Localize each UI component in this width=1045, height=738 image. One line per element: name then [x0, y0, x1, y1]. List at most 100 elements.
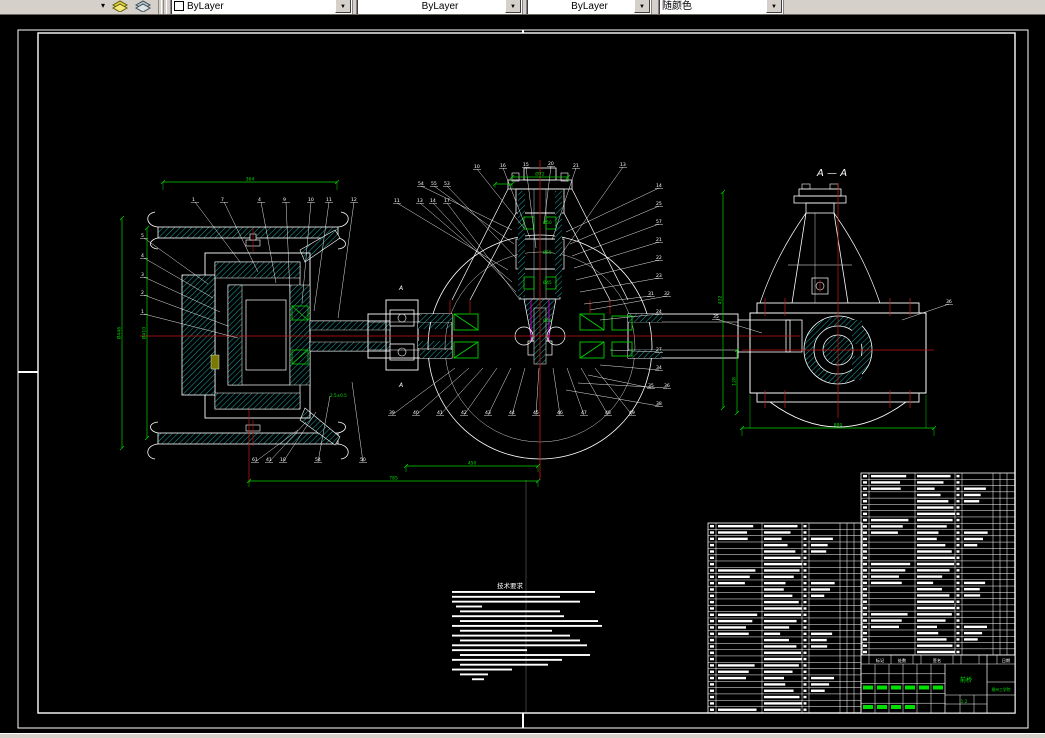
- cad-drawing-canvas[interactable]: 1 7 4 9 10 11 125432161 41 10 54 5010 16 15 20 21 1354 5…: [0, 0, 1045, 738]
- svg-text:13: 13: [620, 162, 626, 168]
- svg-text:4: 4: [258, 197, 261, 203]
- svg-text:11: 11: [394, 198, 400, 204]
- svg-text:54: 54: [315, 457, 321, 463]
- svg-text:7: 7: [221, 197, 224, 203]
- svg-text:47: 47: [581, 410, 587, 416]
- svg-text:14: 14: [656, 183, 662, 189]
- svg-text:40: 40: [413, 410, 419, 416]
- svg-text:34: 34: [656, 365, 662, 371]
- color-swatch: [174, 1, 184, 11]
- svg-text:32: 32: [664, 291, 670, 297]
- svg-text:Ø40: Ø40: [543, 318, 552, 323]
- svg-text:35: 35: [648, 383, 654, 389]
- svg-text:柳州工学院: 柳州工学院: [992, 687, 1011, 692]
- svg-text:42: 42: [461, 410, 467, 416]
- svg-text:签名: 签名: [933, 657, 941, 664]
- svg-text:技术要求: 技术要求: [497, 581, 524, 590]
- layer-state-icon[interactable]: [133, 0, 153, 12]
- svg-text:14: 14: [430, 198, 436, 204]
- svg-text:46: 46: [557, 410, 563, 416]
- svg-text:23: 23: [656, 273, 662, 279]
- svg-text:55: 55: [431, 181, 437, 187]
- lineweight-control-dropdown[interactable]: ByLayer ▼: [526, 0, 652, 14]
- svg-text:21: 21: [573, 163, 579, 169]
- svg-text:16: 16: [500, 163, 506, 169]
- svg-text:24: 24: [656, 309, 662, 315]
- title-block: 标记 处数 签名 日期前桥柳州工学院1:2: [860, 654, 1016, 714]
- svg-text:27: 27: [656, 347, 662, 353]
- svg-text:Ø72: Ø72: [535, 171, 545, 178]
- svg-text:2.5±0.5: 2.5±0.5: [330, 393, 347, 398]
- svg-text:450: 450: [468, 461, 477, 467]
- plotstyle-control-dropdown[interactable]: 随颜色 ▼: [658, 0, 784, 14]
- svg-text:21: 21: [656, 237, 662, 243]
- svg-text:15: 15: [523, 162, 529, 168]
- svg-text:880: 880: [834, 423, 843, 429]
- flyout-arrow-icon[interactable]: ▾: [101, 1, 105, 10]
- section-label: A — A: [816, 168, 847, 179]
- svg-text:41: 41: [266, 457, 272, 463]
- section-mark-a2: A: [398, 382, 403, 389]
- svg-text:标记: 标记: [876, 657, 885, 664]
- svg-text:2: 2: [141, 290, 144, 296]
- svg-text:43: 43: [485, 410, 491, 416]
- svg-text:57: 57: [656, 219, 662, 225]
- svg-text:49: 49: [629, 410, 635, 416]
- svg-text:Ø55: Ø55: [543, 250, 552, 255]
- svg-text:39: 39: [389, 410, 395, 416]
- svg-text:Ø446: Ø446: [116, 327, 123, 339]
- svg-text:3: 3: [141, 272, 144, 278]
- svg-text:41: 41: [437, 410, 443, 416]
- svg-text:17: 17: [444, 198, 450, 204]
- layers-icon[interactable]: [110, 0, 130, 12]
- svg-text:31: 31: [648, 291, 654, 297]
- svg-text:1: 1: [141, 309, 144, 315]
- svg-text:128: 128: [732, 377, 738, 386]
- svg-text:36: 36: [946, 299, 952, 305]
- svg-text:22: 22: [656, 255, 662, 261]
- svg-text:1:2: 1:2: [961, 699, 968, 704]
- svg-text:1: 1: [192, 197, 195, 203]
- svg-text:20: 20: [548, 161, 554, 167]
- chevron-down-icon[interactable]: ▼: [766, 0, 782, 13]
- color-control-dropdown[interactable]: ByLayer ▼: [170, 0, 353, 14]
- chevron-down-icon[interactable]: ▼: [505, 0, 521, 13]
- svg-text:4: 4: [141, 253, 144, 259]
- svg-text:11: 11: [326, 197, 332, 203]
- svg-text:35: 35: [713, 314, 719, 320]
- application-window: 1 7 4 9 10 11 12 5 4 3 2 1 61 41 10 54 50 10 16 15 20 21 13 54 5…: [0, 0, 1045, 738]
- svg-text:10: 10: [474, 164, 480, 170]
- svg-text:Ø45: Ø45: [543, 280, 552, 285]
- linetype-control-dropdown[interactable]: ByLayer ▼: [356, 0, 523, 14]
- svg-text:9: 9: [283, 197, 286, 203]
- toolbar-separator: [163, 0, 167, 14]
- svg-text:364: 364: [246, 177, 255, 183]
- svg-text:10: 10: [308, 197, 314, 203]
- toolbar-separator: [158, 0, 162, 14]
- status-strip: [0, 733, 1045, 738]
- svg-text:25: 25: [656, 201, 662, 207]
- svg-text:44: 44: [509, 410, 515, 416]
- svg-text:785: 785: [389, 476, 398, 482]
- section-mark-a: A: [398, 285, 403, 292]
- object-properties-toolbar: ▾ ByLayer ▼ ByLayer ▼ ByLayer ▼ 随颜色 ▼: [0, 0, 1045, 15]
- svg-text:Ø50: Ø50: [543, 220, 552, 225]
- svg-text:61: 61: [252, 457, 258, 463]
- svg-text:36: 36: [664, 383, 670, 389]
- svg-text:45: 45: [533, 410, 539, 416]
- svg-text:54: 54: [418, 181, 424, 187]
- svg-text:432: 432: [718, 296, 724, 305]
- svg-text:53: 53: [444, 181, 450, 187]
- svg-text:50: 50: [360, 457, 366, 463]
- chevron-down-icon[interactable]: ▼: [335, 0, 351, 13]
- svg-text:48: 48: [605, 410, 611, 416]
- svg-text:5: 5: [141, 233, 144, 239]
- svg-text:处数: 处数: [898, 657, 907, 664]
- svg-text:前桥: 前桥: [960, 676, 972, 684]
- svg-text:Ø410: Ø410: [141, 327, 148, 339]
- svg-text:38: 38: [656, 401, 662, 407]
- svg-text:12: 12: [351, 197, 357, 203]
- svg-text:13: 13: [417, 198, 423, 204]
- svg-text:10: 10: [280, 457, 286, 463]
- chevron-down-icon[interactable]: ▼: [634, 0, 650, 13]
